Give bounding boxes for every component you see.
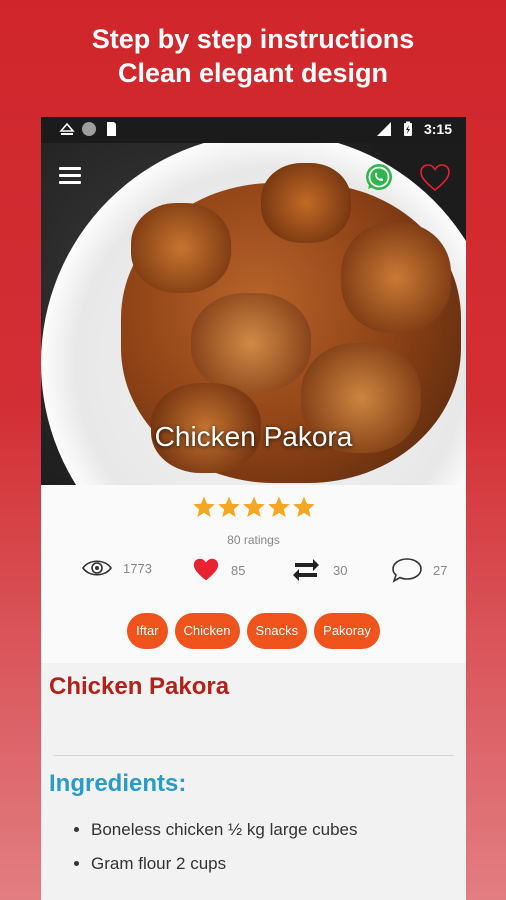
divider bbox=[53, 755, 454, 756]
eject-icon bbox=[59, 122, 75, 135]
comments-stat[interactable]: 27 bbox=[391, 557, 447, 583]
favorite-heart-icon[interactable] bbox=[419, 163, 451, 193]
likes-stat[interactable]: 85 bbox=[191, 557, 245, 583]
signal-off-icon bbox=[376, 122, 391, 136]
recipe-title: Chicken Pakora bbox=[49, 673, 230, 700]
hero-recipe-title: Chicken Pakora bbox=[154, 421, 353, 452]
rating-section: 80 ratings bbox=[41, 485, 466, 547]
views-count: 1773 bbox=[123, 560, 152, 576]
tag-pakoray[interactable]: Pakoray bbox=[314, 613, 380, 649]
whatsapp-icon[interactable] bbox=[365, 163, 393, 191]
promo-banner: Step by step instructions Clean elegant … bbox=[0, 22, 506, 90]
menu-button[interactable] bbox=[59, 167, 81, 185]
eye-icon bbox=[82, 560, 112, 576]
promo-line-1: Step by step instructions bbox=[91, 24, 415, 54]
recipe-hero-image: Chicken Pakora bbox=[41, 143, 466, 485]
tag-iftar[interactable]: Iftar bbox=[127, 613, 168, 649]
comment-icon[interactable] bbox=[391, 557, 423, 583]
tag-chicken[interactable]: Chicken bbox=[174, 613, 240, 649]
views-stat: 1773 bbox=[81, 557, 152, 579]
star-icon[interactable] bbox=[292, 495, 316, 519]
star-rating[interactable] bbox=[41, 495, 466, 519]
ratings-count: 80 ratings bbox=[227, 533, 280, 547]
status-bar: 3:15 bbox=[41, 117, 466, 143]
promo-line-2: Clean elegant design bbox=[117, 58, 389, 88]
phone-screen: 3:15 Chicken Pakora 80 ratings 1773 85 3… bbox=[41, 117, 466, 900]
ingredients-heading: Ingredients: bbox=[49, 770, 187, 797]
circle-icon bbox=[82, 122, 96, 136]
recipe-content: Chicken Pakora Ingredients: Boneless chi… bbox=[41, 663, 466, 900]
likes-count: 85 bbox=[231, 562, 246, 578]
comments-count: 27 bbox=[433, 562, 448, 578]
star-icon[interactable] bbox=[242, 495, 266, 519]
tag-list: Iftar Chicken Snacks Pakoray bbox=[41, 613, 466, 649]
star-icon[interactable] bbox=[217, 495, 241, 519]
battery-icon bbox=[403, 121, 412, 136]
shares-count: 30 bbox=[333, 562, 348, 578]
shares-stat[interactable]: 30 bbox=[289, 557, 347, 583]
heart-filled-icon[interactable] bbox=[191, 557, 221, 583]
ingredient-item: Gram flour 2 cups bbox=[91, 854, 458, 874]
star-icon[interactable] bbox=[192, 495, 216, 519]
ingredients-list: Boneless chicken ½ kg large cubes Gram f… bbox=[49, 820, 458, 874]
star-icon[interactable] bbox=[267, 495, 291, 519]
sd-card-icon bbox=[107, 122, 116, 136]
tag-snacks[interactable]: Snacks bbox=[246, 613, 308, 649]
status-time: 3:15 bbox=[423, 121, 452, 137]
repost-icon[interactable] bbox=[289, 557, 323, 583]
ingredient-item: Boneless chicken ½ kg large cubes bbox=[91, 820, 458, 840]
stats-row: 1773 85 30 27 bbox=[41, 553, 466, 593]
